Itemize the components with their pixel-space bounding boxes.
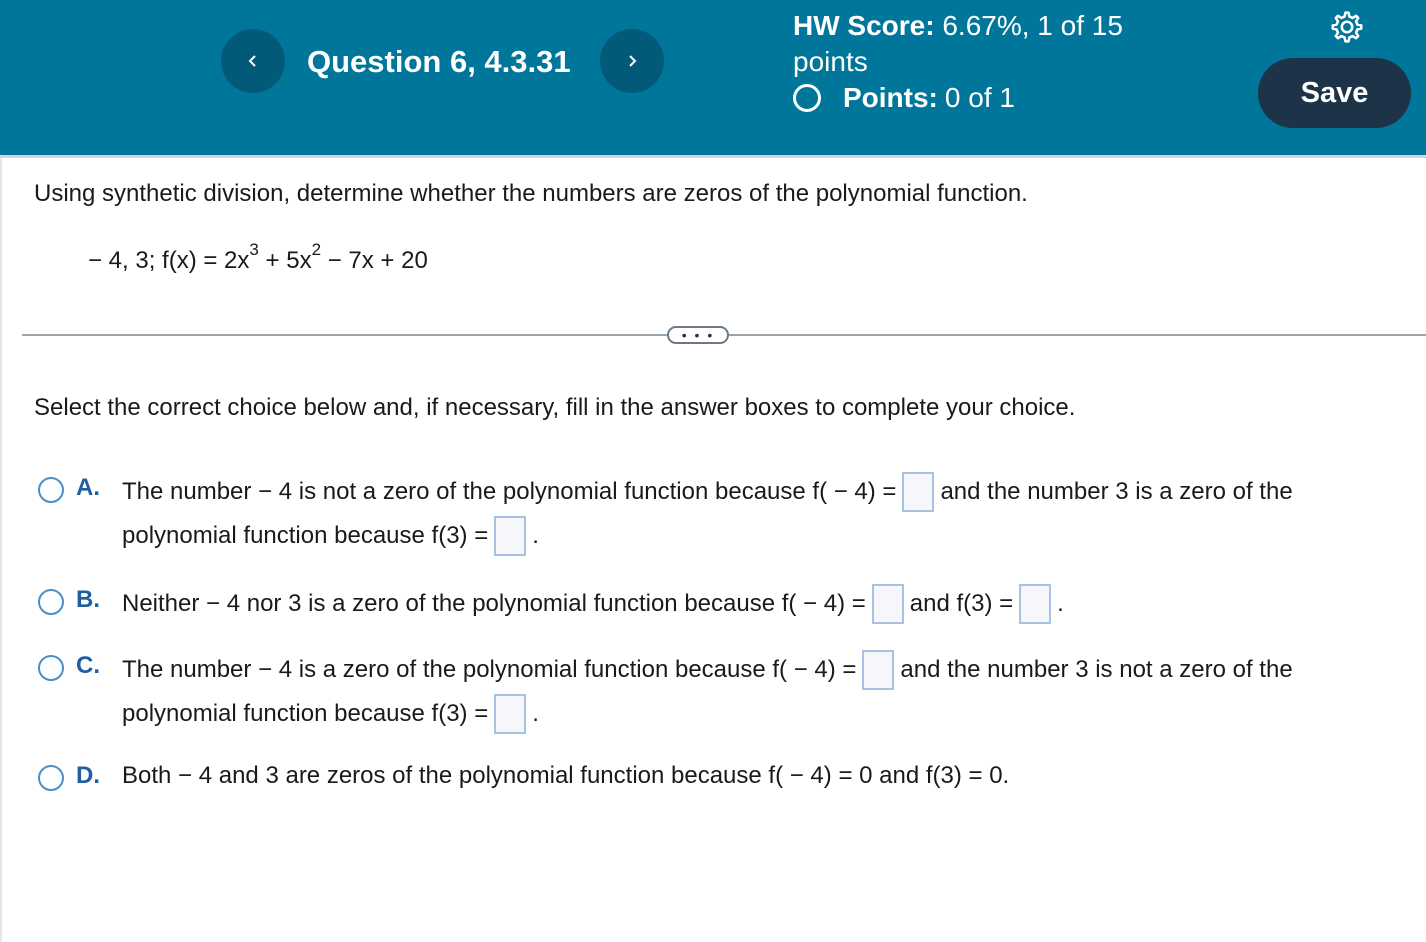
choice-c-answer-box-f-neg4[interactable] (862, 650, 895, 690)
choice-c-text4: . (532, 700, 539, 727)
choice-d-line: Both − 4 and 3 are zeros of the polynomi… (122, 758, 1009, 794)
choice-c-text1: The number − 4 is a zero of the polynomi… (122, 656, 857, 683)
points-value: 0 of 1 (944, 82, 1015, 113)
choice-a-text1: The number − 4 is not a zero of the poly… (122, 478, 897, 505)
choice-a-text3: polynomial function because f(3) = (122, 522, 489, 549)
choice-c-text3: polynomial function because f(3) = (122, 700, 489, 727)
chevron-right-icon (629, 55, 637, 67)
left-border (0, 158, 2, 942)
choice-b-text3: . (1057, 590, 1064, 617)
choice-d-text: Both − 4 and 3 are zeros of the polynomi… (122, 762, 1010, 789)
choice-b-radio[interactable] (38, 589, 64, 615)
polynomial-function: − 4, 3; f(x) = 2x3 + 5x2 − 7x + 20 (88, 240, 428, 275)
choice-a-text4: . (532, 522, 539, 549)
choice-b-line: Neither − 4 nor 3 is a zero of the polyn… (122, 584, 1064, 624)
choice-a-text2: and the number 3 is a zero of the (940, 478, 1293, 505)
choice-d-radio[interactable] (38, 765, 64, 791)
choice-b-text2: and f(3) = (909, 590, 1014, 617)
points-status: Points: 0 of 1 (793, 82, 1015, 114)
choice-a-answer-box-f-neg4[interactable] (902, 472, 935, 512)
choice-c-line1: The number − 4 is a zero of the polynomi… (122, 650, 1293, 690)
function-suffix: − 7x + 20 (321, 247, 428, 274)
next-question-button[interactable] (600, 29, 664, 93)
choice-b-answer-box-f-neg4[interactable] (871, 584, 904, 624)
hw-score-value: 6.67%, 1 of 15 (942, 10, 1123, 41)
instruction-text: Select the correct choice below and, if … (34, 394, 1076, 421)
choice-c-radio[interactable] (38, 655, 64, 681)
hw-score: HW Score: 6.67%, 1 of 15 (793, 10, 1123, 42)
choice-a-line2: polynomial function because f(3) = . (122, 516, 539, 556)
points-label: Points: (843, 82, 938, 113)
choice-a-letter: A. (76, 474, 100, 501)
points-status-circle-icon (793, 84, 821, 112)
gear-icon[interactable] (1328, 8, 1366, 46)
exponent-3: 3 (249, 240, 259, 259)
choice-b-letter: B. (76, 586, 100, 613)
exponent-2: 2 (311, 240, 322, 259)
choice-a-radio[interactable] (38, 477, 64, 503)
previous-question-button[interactable] (221, 29, 285, 93)
question-prompt: Using synthetic division, determine whet… (34, 180, 1028, 207)
choice-a-line1: The number − 4 is not a zero of the poly… (122, 472, 1293, 512)
choice-c-line2: polynomial function because f(3) = . (122, 694, 539, 734)
hw-score-label: HW Score: (793, 10, 935, 41)
choice-c-text2: and the number 3 is not a zero of the (900, 656, 1293, 683)
choice-c-answer-box-f-3[interactable] (494, 694, 527, 734)
function-prefix: − 4, 3; f(x) = 2x (88, 247, 250, 274)
question-title: Question 6, 4.3.31 (307, 44, 571, 79)
choice-b-text1: Neither − 4 nor 3 is a zero of the polyn… (122, 590, 866, 617)
choice-a-answer-box-f-3[interactable] (494, 516, 527, 556)
choice-b-answer-box-f-3[interactable] (1019, 584, 1052, 624)
choice-d-letter: D. (76, 762, 100, 789)
header-bar: Question 6, 4.3.31 HW Score: 6.67%, 1 of… (0, 0, 1426, 155)
expand-more-button[interactable]: • • • (667, 326, 729, 344)
save-button[interactable]: Save (1258, 58, 1411, 128)
hw-score-unit: points (793, 46, 868, 77)
choice-c-letter: C. (76, 652, 100, 679)
chevron-left-icon (248, 55, 256, 67)
function-middle: + 5x (258, 247, 312, 274)
header-border (0, 155, 1426, 158)
